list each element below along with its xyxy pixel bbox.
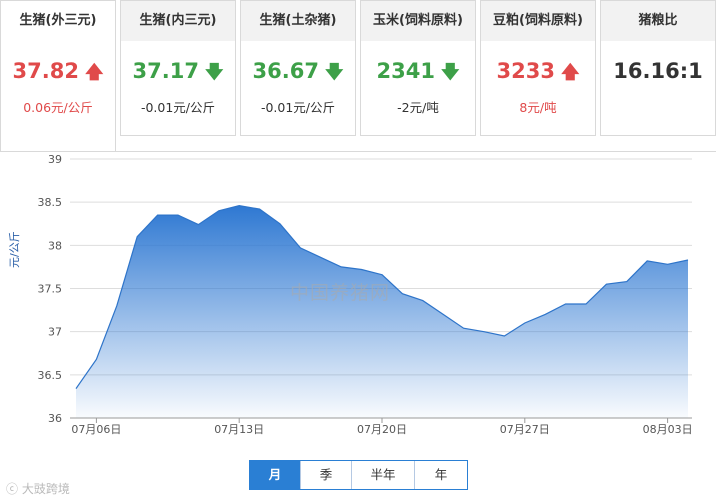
series-area — [76, 205, 688, 418]
data-point — [238, 205, 240, 207]
data-point — [259, 208, 261, 210]
data-point — [646, 260, 648, 262]
data-point — [565, 303, 567, 305]
data-point — [95, 358, 97, 360]
data-point — [340, 266, 342, 268]
data-point — [279, 223, 281, 225]
data-point — [361, 269, 363, 271]
data-point — [605, 283, 607, 285]
data-point — [320, 256, 322, 258]
data-point — [503, 335, 505, 337]
x-tick-label: 08月03日 — [643, 423, 693, 436]
y-tick-label: 37.5 — [38, 283, 63, 296]
corner-logo-text: 大豉跨境 — [21, 482, 70, 496]
corner-watermark-logo: ⓒ 大豉跨境 — [6, 480, 70, 497]
range-quarter-button[interactable]: 季 — [300, 461, 351, 489]
range-month-button[interactable]: 月 — [250, 461, 300, 489]
data-point — [463, 327, 465, 329]
y-tick-label: 37 — [48, 326, 62, 339]
data-point — [667, 263, 669, 265]
x-tick-label: 07月20日 — [357, 423, 407, 436]
logo-mark-icon: ⓒ — [6, 482, 22, 496]
data-point — [442, 313, 444, 315]
data-point — [197, 224, 199, 226]
data-point — [299, 247, 301, 249]
data-point — [116, 305, 118, 307]
y-tick-label: 39 — [48, 153, 62, 166]
data-point — [136, 236, 138, 238]
y-tick-label: 38 — [48, 239, 62, 252]
data-point — [626, 281, 628, 283]
x-tick-label: 07月13日 — [214, 423, 264, 436]
price-area-chart: 36 36.5 37 37.5 38 38.5 39 07月06日 07月13日 07月20日 07… — [38, 153, 693, 436]
data-point — [401, 293, 403, 295]
data-point — [157, 214, 159, 216]
x-tick-label: 07月06日 — [71, 423, 121, 436]
data-point — [422, 300, 424, 302]
y-tick-label: 36 — [48, 412, 62, 425]
data-point — [585, 303, 587, 305]
data-point — [75, 388, 77, 390]
data-point — [177, 214, 179, 216]
data-point — [218, 210, 220, 212]
x-tick-label: 07月27日 — [500, 423, 550, 436]
y-tick-label: 38.5 — [38, 196, 63, 209]
range-selector: 月 季 半年 年 — [249, 460, 468, 490]
y-tick-label: 36.5 — [38, 369, 63, 382]
data-point — [483, 331, 485, 333]
range-halfyear-button[interactable]: 半年 — [351, 461, 414, 489]
data-point — [687, 259, 689, 261]
range-year-button[interactable]: 年 — [414, 461, 467, 489]
data-point — [524, 322, 526, 324]
data-point — [544, 313, 546, 315]
y-axis-label: 元/公斤 — [8, 231, 21, 268]
data-point — [381, 274, 383, 276]
